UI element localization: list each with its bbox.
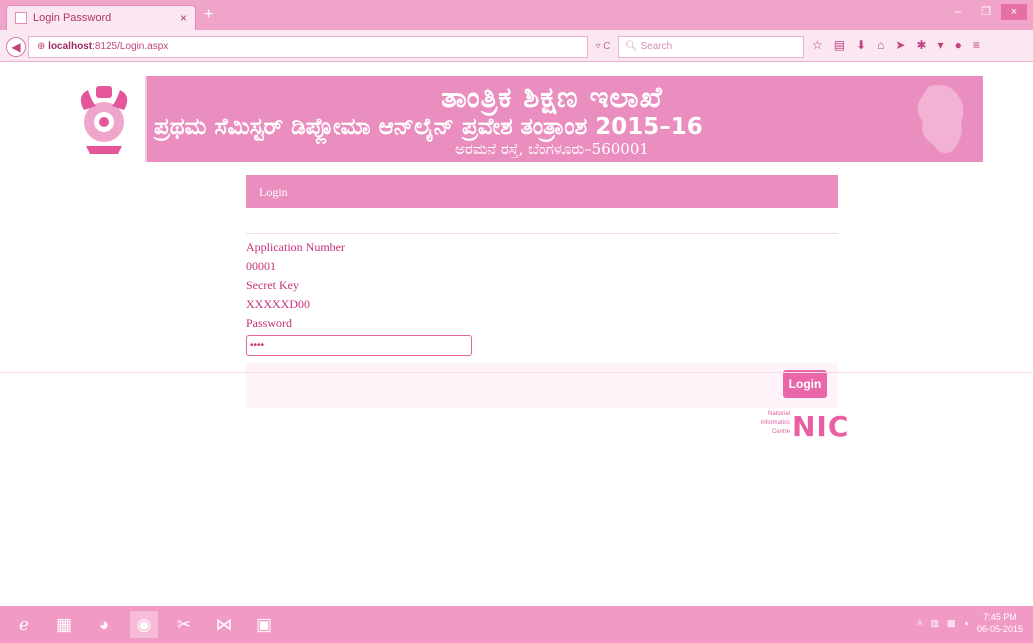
nic-caption: National Informatics Centre [748, 410, 790, 437]
nic-caption-line1: National [767, 411, 790, 417]
chat-icon[interactable]: ● [955, 38, 962, 52]
maximize-button[interactable]: ❐ [973, 4, 999, 20]
clock-time: 7:45 PM [983, 612, 1017, 622]
system-tray: ˄ ▥ ▩ ◖ 7:45 PM 06-05-2015 [917, 611, 1023, 635]
emblem-icon [80, 86, 128, 154]
nic-logo: National Informatics Centre NIC [748, 410, 878, 450]
globe-icon: ⊕ [37, 41, 49, 52]
secret-key-value: XXXXXD00 [246, 297, 310, 311]
login-panel-header: Login [246, 175, 838, 208]
karnataka-map-icon [917, 85, 964, 153]
menu-icon[interactable]: ≡ [973, 38, 980, 52]
download-icon[interactable]: ⬇ [856, 38, 866, 52]
login-button[interactable]: Login [783, 370, 827, 398]
minimize-button[interactable]: – [945, 4, 971, 20]
windows-taskbar: ℯ ▦ ◕ ◉ ✂ ⋈ ▣ ˄ ▥ ▩ ◖ 7:45 PM 06-05-2015 [0, 606, 1033, 643]
visual-studio-icon[interactable]: ⋈ [210, 611, 238, 638]
page-divider [0, 372, 1033, 373]
dropdown-icon[interactable]: ▾ [938, 38, 944, 52]
reading-list-icon[interactable]: ▤ [834, 38, 845, 52]
search-input[interactable]: 🔍︎ Search [618, 36, 804, 58]
department-title: ತಾಂತ್ರಿಕ ಶಿಕ್ಷಣ ಇಲಾಖೆ [441, 80, 663, 114]
tray-chevron-icon[interactable]: ˄ [917, 618, 922, 628]
clock[interactable]: 7:45 PM 06-05-2015 [977, 611, 1023, 635]
application-number-value: 00001 [246, 259, 276, 273]
nic-logo-text: NIC [792, 410, 850, 443]
address-bar[interactable]: ⊕ localhost:8125/Login.aspx [28, 36, 588, 58]
search-icon: 🔍︎ [625, 41, 641, 52]
window-controls: – ❐ × [945, 4, 1027, 20]
url-host: localhost [48, 41, 93, 52]
panel-divider [246, 233, 838, 234]
action-center-icon[interactable]: ▩ [947, 618, 956, 629]
password-field[interactable] [246, 335, 472, 356]
network-icon[interactable]: ▥ [930, 618, 939, 629]
browser-nav-bar: ◀ ⊕ localhost:8125/Login.aspx ▿ C 🔍︎ Sea… [0, 30, 1033, 62]
publisher-icon[interactable]: ▣ [250, 611, 278, 638]
tab-title: Login Password [33, 12, 112, 24]
internet-explorer-icon[interactable]: ℯ [10, 611, 38, 638]
volume-icon[interactable]: ◖ [964, 618, 969, 628]
login-panel-footer: Login [246, 363, 838, 408]
browser-tab-bar: Login Password × + – ❐ × [0, 0, 1033, 30]
close-window-button[interactable]: × [1001, 4, 1027, 20]
toolbar-icons: ☆ ▤ ⬇ ⌂ ➤ ✱ ▾ ● ≡ [812, 38, 980, 52]
snipping-tool-icon[interactable]: ✂ [170, 611, 198, 638]
firefox-icon[interactable]: ◉ [130, 611, 158, 638]
store-icon[interactable]: ◕ [90, 611, 118, 638]
address-line: ಅರಮನೆ ರಸ್ತೆ, ಬೆಂಗಳೂರು–560001 [455, 140, 649, 158]
page-icon [15, 12, 27, 24]
login-panel: Login Application Number 00001 Secret Ke… [246, 175, 838, 410]
clock-date: 06-05-2015 [976, 624, 1023, 634]
back-arrow-icon[interactable]: ◀ [6, 37, 26, 57]
addon-icon[interactable]: ✱ [916, 38, 926, 52]
nic-caption-line2: Informatics [760, 420, 790, 426]
file-explorer-icon[interactable]: ▦ [50, 611, 78, 638]
karnataka-emblem [62, 76, 147, 162]
reload-button[interactable]: ▿ C [590, 36, 616, 58]
home-icon[interactable]: ⌂ [877, 38, 884, 52]
secret-key-label: Secret Key [246, 278, 299, 292]
application-number-label: Application Number [246, 240, 345, 254]
search-placeholder: Search [640, 41, 673, 52]
portal-title: ಪ್ರಥಮ ಸೆಮಿಸ್ಟರ್ ಡಿಪ್ಲೋಮಾ ಆನ್‌ಲೈನ್ ಪ್ರವೇಶ… [154, 114, 703, 140]
bookmark-star-icon[interactable]: ☆ [812, 38, 823, 52]
browser-tab[interactable]: Login Password × [6, 5, 196, 30]
tab-close-icon[interactable]: × [180, 11, 187, 25]
new-tab-button[interactable]: + [204, 6, 213, 24]
nic-caption-line3: Centre [771, 429, 790, 435]
send-icon[interactable]: ➤ [895, 38, 905, 52]
url-path: :8125/Login.aspx [92, 41, 169, 52]
password-label: Password [246, 316, 293, 330]
header-banner: ತಾಂತ್ರಿಕ ಶಿಕ್ಷಣ ಇಲಾಖೆ ಪ್ರಥಮ ಸೆಮಿಸ್ಟರ್ ಡಿ… [62, 76, 983, 162]
login-form: Application Number 00001 Secret Key XXXX… [246, 208, 838, 356]
